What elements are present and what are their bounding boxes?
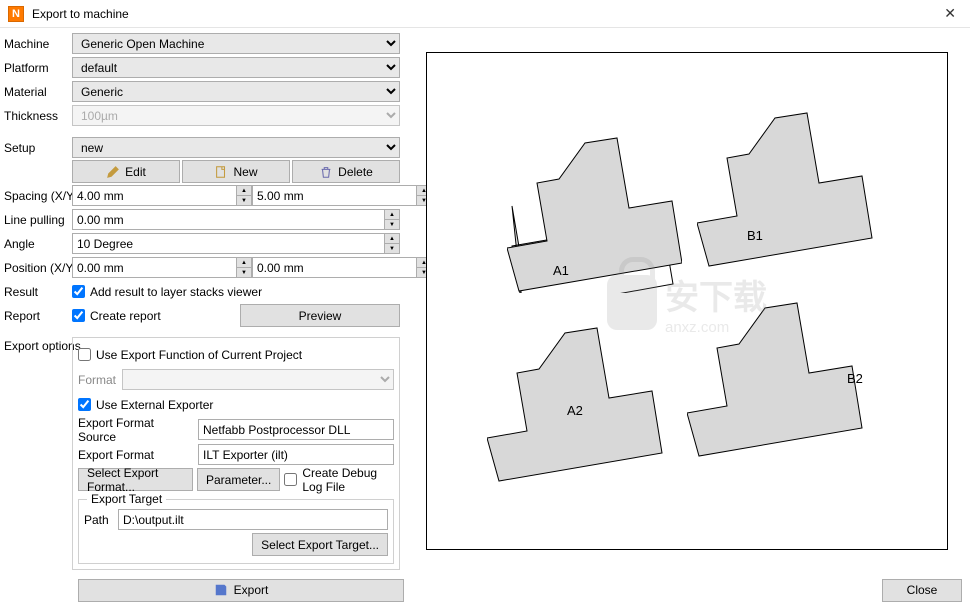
target-label: Export Target — [87, 492, 166, 506]
shape-b2 — [687, 298, 872, 463]
usefunc-checkbox[interactable]: Use Export Function of Current Project — [78, 348, 302, 362]
pos-x-spinner[interactable]: ▲▼ — [236, 257, 252, 278]
setup-select[interactable]: new — [72, 137, 400, 158]
preview-panel: A1 B1 A2 B2 安下载anxz.com — [404, 28, 970, 577]
app-icon: N — [8, 6, 24, 22]
linepull-input[interactable] — [72, 209, 384, 230]
angle-spinner[interactable]: ▲▼ — [384, 233, 400, 254]
delete-button[interactable]: Delete — [292, 160, 400, 183]
addresult-checkbox[interactable]: Add result to layer stacks viewer — [72, 285, 262, 299]
debug-checkbox[interactable]: Create Debug Log File — [284, 466, 394, 494]
select-target-button[interactable]: Select Export Target... — [252, 533, 388, 556]
thickness-select: 100µm — [72, 105, 400, 126]
machine-label: Machine — [4, 37, 72, 51]
path-label: Path — [84, 513, 114, 527]
expfmt-input[interactable] — [198, 444, 394, 465]
label-b1: B1 — [747, 228, 763, 243]
createrep-checkbox[interactable]: Create report — [72, 309, 240, 323]
path-input[interactable] — [118, 509, 388, 530]
platform-label: Platform — [4, 61, 72, 75]
linepull-label: Line pulling — [4, 213, 72, 227]
result-label: Result — [4, 285, 72, 299]
pos-x-input[interactable] — [72, 257, 236, 278]
thickness-label: Thickness — [4, 109, 72, 123]
report-label: Report — [4, 309, 72, 323]
export-target-group: Export Target Path Select Export Target.… — [78, 499, 394, 564]
srcfmt-input[interactable] — [198, 419, 394, 440]
label-a1: A1 — [553, 263, 569, 278]
close-icon[interactable]: ✕ — [938, 5, 962, 22]
settings-panel: MachineGeneric Open Machine Platformdefa… — [0, 28, 404, 577]
useext-checkbox[interactable]: Use External Exporter — [78, 398, 213, 412]
linepull-spinner[interactable]: ▲▼ — [384, 209, 400, 230]
shape-b1 — [697, 108, 882, 273]
edit-button[interactable]: Edit — [72, 160, 180, 183]
setup-label: Setup — [4, 141, 72, 155]
position-label: Position (X/Y) — [4, 261, 72, 275]
expfmt-label: Export Format — [78, 448, 194, 462]
parameter-button[interactable]: Parameter... — [197, 468, 280, 491]
preview-button[interactable]: Preview — [240, 304, 400, 327]
label-b2: B2 — [847, 371, 863, 386]
angle-label: Angle — [4, 237, 72, 251]
new-icon — [214, 165, 228, 179]
spacing-x-spinner[interactable]: ▲▼ — [236, 185, 252, 206]
angle-input[interactable] — [72, 233, 384, 254]
format-select — [122, 369, 394, 390]
material-select[interactable]: Generic — [72, 81, 400, 102]
label-a2: A2 — [567, 403, 583, 418]
titlebar: N Export to machine ✕ — [0, 0, 970, 28]
material-label: Material — [4, 85, 72, 99]
window-title: Export to machine — [32, 7, 938, 21]
spacing-label: Spacing (X/Y) — [4, 189, 72, 203]
new-button[interactable]: New — [182, 160, 290, 183]
pencil-icon — [106, 165, 120, 179]
close-button[interactable]: Close — [882, 579, 962, 602]
exportopts-label: Export options — [4, 339, 72, 353]
machine-select[interactable]: Generic Open Machine — [72, 33, 400, 54]
export-options-box: Use Export Function of Current Project F… — [72, 337, 400, 570]
select-format-button[interactable]: Select Export Format... — [78, 468, 193, 491]
save-icon — [214, 583, 228, 597]
format-label: Format — [78, 373, 118, 387]
export-button[interactable]: Export — [78, 579, 404, 602]
spacing-y-input[interactable] — [252, 185, 416, 206]
pos-y-input[interactable] — [252, 257, 416, 278]
srcfmt-label: Export Format Source — [78, 416, 194, 444]
spacing-x-input[interactable] — [72, 185, 236, 206]
platform-select[interactable]: default — [72, 57, 400, 78]
preview-canvas: A1 B1 A2 B2 — [426, 52, 948, 550]
shape-a1 — [507, 133, 682, 293]
trash-icon — [319, 165, 333, 179]
